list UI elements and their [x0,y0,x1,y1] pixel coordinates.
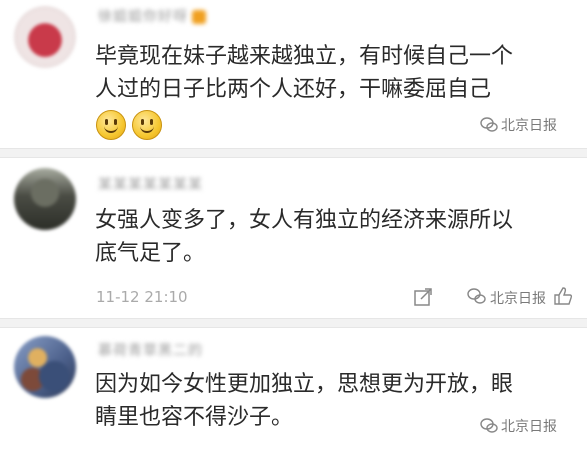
comment-3: 慕荷青草黑二的 因为如今女性更加独立，思想更为开放，眼 睛里也容不得沙子。 北京… [0,328,587,453]
comment-icon[interactable] [466,286,488,308]
wechat-icon [480,418,498,433]
username[interactable]: 徐姐姐你好呀 [98,6,206,26]
comment-line: 因为如今女性更加独立，思想更为开放，眼 [95,372,514,397]
share-icon[interactable] [412,286,434,308]
smile-emoji-icon [96,110,126,140]
avatar[interactable] [14,168,76,230]
comment-1: 徐姐姐你好呀 毕竟现在妹子越来越独立，有时候自己一个 人过的日子比两个人还好，干… [0,0,587,146]
username[interactable]: 某某某某某某某 [98,174,203,194]
watermark: 北京日报 [480,115,557,135]
smile-emoji-icon [132,110,162,140]
watermark-text: 北京日报 [501,118,557,134]
comment-text: 毕竟现在妹子越来越独立，有时候自己一个 人过的日子比两个人还好，干嘛委屈自己 [95,40,565,106]
comment-line: 人过的日子比两个人还好，干嘛委屈自己 [95,77,492,102]
watermark: 北京日报 [480,416,557,436]
comment-line: 底气足了。 [95,241,206,266]
comment-line: 毕竟现在妹子越来越独立，有时候自己一个 [95,44,514,69]
watermark: 北京日报 [490,288,546,308]
avatar[interactable] [14,336,76,398]
timestamp: 11-12 21:10 [96,288,188,306]
comment-2: 某某某某某某某 女强人变多了，女人有独立的经济来源所以 底气足了。 11-12 … [0,158,587,318]
watermark-text: 北京日报 [501,419,557,435]
comment-text: 女强人变多了，女人有独立的经济来源所以 底气足了。 [95,204,565,270]
username[interactable]: 慕荷青草黑二的 [98,340,203,360]
watermark-text: 北京日报 [490,291,546,307]
comment-line: 女强人变多了，女人有独立的经济来源所以 [95,208,514,233]
divider [0,318,587,328]
wechat-icon [480,117,498,132]
like-icon[interactable] [552,285,574,307]
vip-badge-icon [192,10,206,24]
avatar[interactable] [14,6,76,68]
divider [0,148,587,158]
emoji-row [96,110,168,140]
